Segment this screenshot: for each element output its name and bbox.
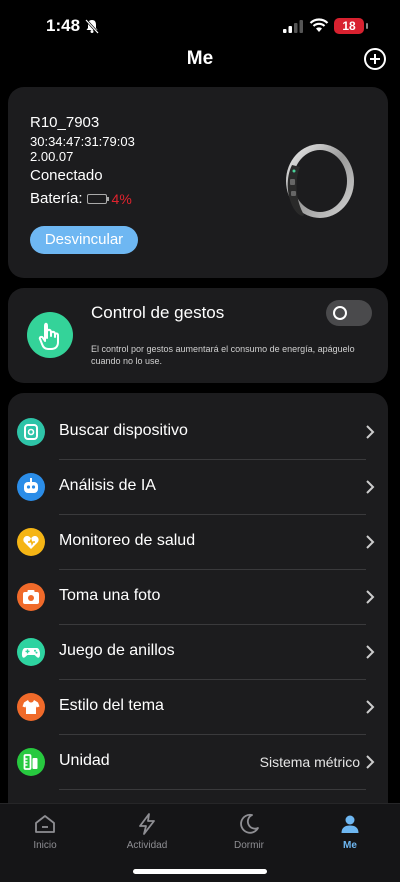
gesture-control-description: El control por gestos aumentará el consu… bbox=[91, 344, 355, 366]
unit-icon bbox=[17, 748, 45, 776]
menu-item-label: Juego de anillos bbox=[59, 642, 175, 659]
menu-item-label: Unidad bbox=[59, 752, 110, 769]
menu-item-unit[interactable]: Unidad Sistema métrico bbox=[8, 735, 388, 790]
gesture-control-card: Control de gestos El control por gestos … bbox=[8, 288, 388, 383]
person-icon bbox=[341, 815, 359, 833]
chevron-right-icon bbox=[366, 755, 375, 769]
phone-battery-badge: 18 bbox=[334, 18, 368, 34]
settings-menu: Buscar dispositivo Análisis de IA Monito… bbox=[8, 393, 388, 813]
bell-muted-icon bbox=[85, 19, 99, 34]
ai-robot-icon bbox=[17, 473, 45, 501]
tab-inicio[interactable]: Inicio bbox=[5, 812, 85, 862]
gesture-control-toggle[interactable] bbox=[326, 300, 372, 326]
gesture-control-title: Control de gestos bbox=[91, 303, 225, 322]
home-icon bbox=[35, 815, 55, 833]
chevron-right-icon bbox=[366, 700, 375, 714]
toggle-knob bbox=[333, 306, 347, 320]
device-name: R10_7903 bbox=[30, 114, 100, 131]
tab-label: Actividad bbox=[126, 840, 168, 851]
connection-status: Conectado bbox=[30, 167, 103, 184]
device-battery-row: Batería: 4% bbox=[30, 190, 132, 207]
wifi-icon bbox=[309, 18, 329, 32]
status-bar: 1:48 18 bbox=[0, 0, 400, 50]
chevron-right-icon bbox=[366, 590, 375, 604]
page-title: Me bbox=[186, 48, 214, 69]
gamepad-icon bbox=[17, 638, 45, 666]
chevron-right-icon bbox=[366, 645, 375, 659]
unlink-button[interactable]: Desvincular bbox=[30, 226, 138, 254]
menu-item-ai-analysis[interactable]: Análisis de IA bbox=[8, 460, 388, 515]
lightning-icon bbox=[139, 813, 155, 835]
tab-label: Inicio bbox=[33, 840, 57, 851]
chevron-right-icon bbox=[366, 535, 375, 549]
bottom-tab-bar: Inicio Actividad Dormir Me bbox=[0, 803, 400, 882]
low-battery-icon bbox=[86, 193, 109, 204]
add-device-button[interactable] bbox=[364, 48, 386, 70]
unit-value: Sistema métrico bbox=[259, 754, 360, 770]
cellular-signal-icon bbox=[283, 20, 303, 33]
battery-percentage: 4% bbox=[111, 190, 132, 207]
heart-health-icon bbox=[17, 528, 45, 556]
tshirt-icon bbox=[17, 693, 45, 721]
menu-item-label: Estilo del tema bbox=[59, 697, 164, 714]
device-firmware-version: 2.00.07 bbox=[30, 149, 74, 164]
menu-item-label: Buscar dispositivo bbox=[59, 422, 188, 439]
menu-item-take-photo[interactable]: Toma una foto bbox=[8, 570, 388, 625]
device-mac-address: 30:34:47:31:79:03 bbox=[30, 134, 135, 149]
menu-item-theme-style[interactable]: Estilo del tema bbox=[8, 680, 388, 735]
smart-ring-image bbox=[286, 144, 354, 218]
tab-label: Me bbox=[343, 840, 357, 851]
camera-icon bbox=[17, 583, 45, 611]
tab-actividad[interactable]: Actividad bbox=[107, 812, 187, 862]
chevron-right-icon bbox=[366, 480, 375, 494]
home-indicator bbox=[133, 869, 267, 874]
menu-item-label: Análisis de IA bbox=[59, 477, 156, 494]
status-time: 1:48 bbox=[46, 16, 81, 35]
search-device-icon bbox=[17, 418, 45, 446]
divider bbox=[59, 789, 366, 790]
menu-item-find-device[interactable]: Buscar dispositivo bbox=[8, 405, 388, 460]
battery-label: Batería: bbox=[30, 190, 83, 207]
hand-gesture-icon bbox=[27, 312, 73, 358]
moon-icon bbox=[240, 813, 259, 834]
device-card: R10_7903 30:34:47:31:79:03 2.00.07 Conec… bbox=[8, 87, 388, 278]
menu-item-ring-games[interactable]: Juego de anillos bbox=[8, 625, 388, 680]
menu-item-label: Toma una foto bbox=[59, 587, 161, 604]
tab-dormir[interactable]: Dormir bbox=[209, 812, 289, 862]
chevron-right-icon bbox=[366, 425, 375, 439]
menu-item-health-monitoring[interactable]: Monitoreo de salud bbox=[8, 515, 388, 570]
menu-item-label: Monitoreo de salud bbox=[59, 532, 196, 549]
tab-me[interactable]: Me bbox=[310, 812, 390, 862]
tab-label: Dormir bbox=[234, 840, 264, 851]
